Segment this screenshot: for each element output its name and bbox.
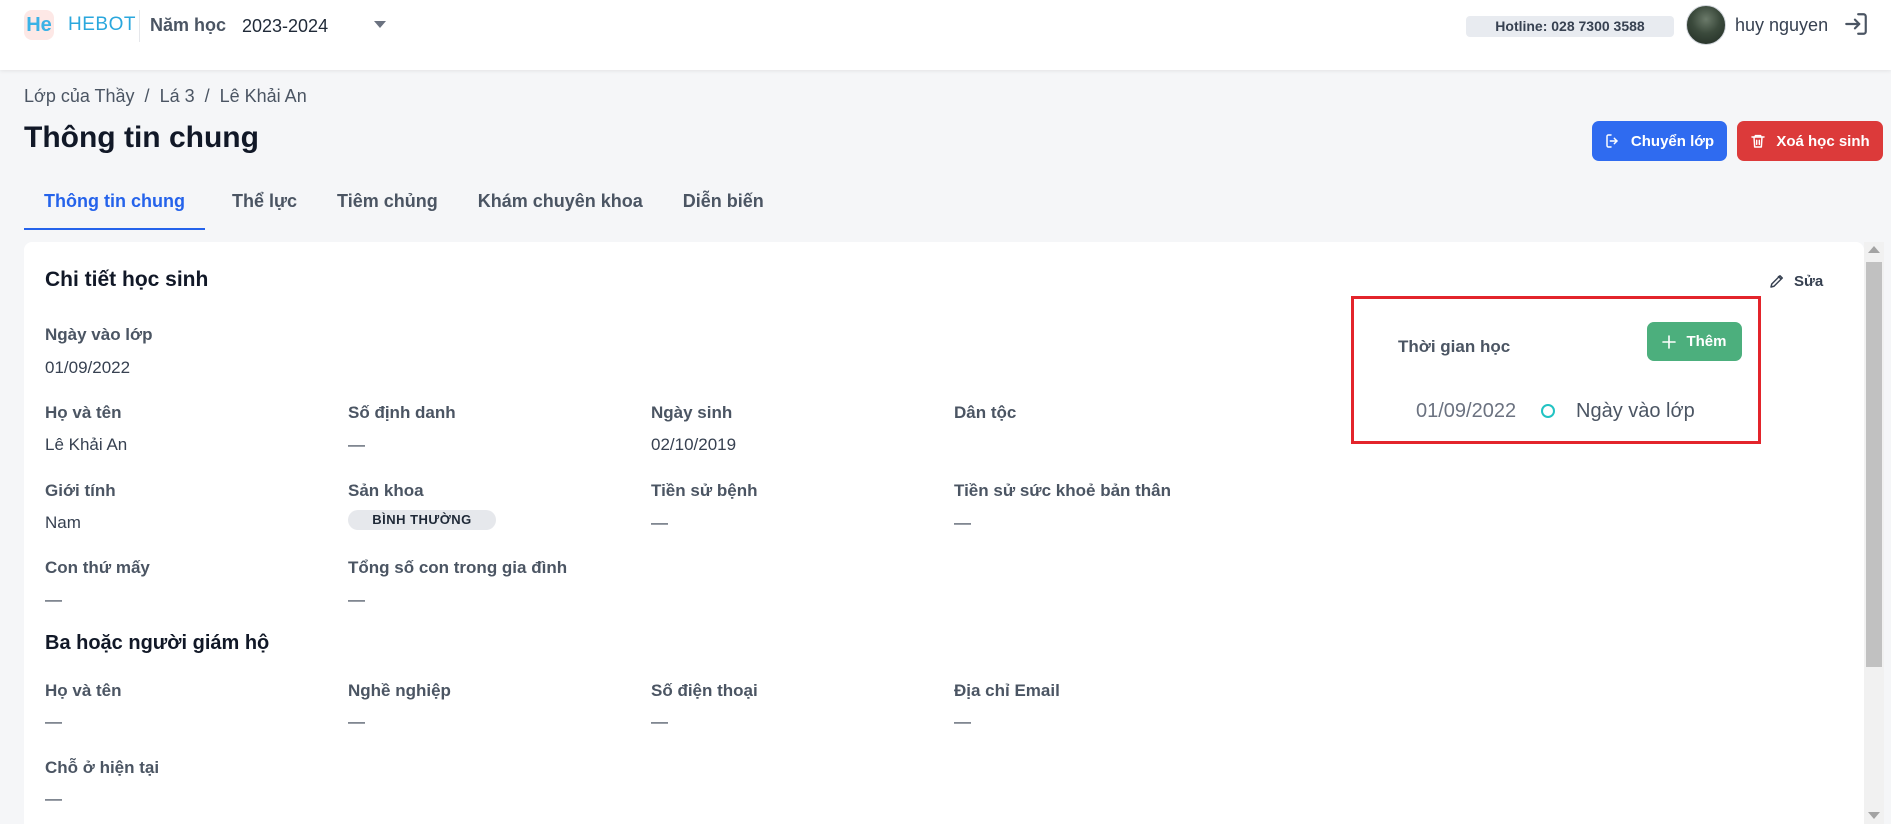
ethnicity-label: Dân tộc — [954, 403, 1017, 422]
breadcrumb-separator: / — [134, 86, 160, 106]
delete-student-label: Xoá học sinh — [1776, 132, 1870, 150]
child-order-label: Con thứ mấy — [45, 558, 150, 577]
plus-icon — [1662, 334, 1677, 349]
add-study-time-button[interactable]: Thêm — [1647, 322, 1742, 361]
join-date-value: 01/09/2022 — [45, 358, 131, 377]
transfer-class-button[interactable]: Chuyển lớp — [1592, 121, 1727, 161]
health-history-label: Tiền sử sức khoẻ bản thân — [954, 481, 1172, 500]
timeline-dot — [1541, 404, 1555, 418]
add-study-time-label: Thêm — [1686, 333, 1727, 350]
transfer-icon — [1606, 134, 1618, 148]
hotline-badge: Hotline: 028 7300 3588 — [1466, 16, 1674, 37]
child-order-value: — — [45, 590, 62, 609]
guardian-job-value: — — [348, 712, 365, 731]
logo-mark: He — [24, 10, 54, 40]
guardian-address-label: Chỗ ở hiện tại — [45, 758, 160, 777]
top-bar: He HEBOT Năm học 2023-2024 Hotline: 028 … — [0, 0, 1891, 70]
total-children-label: Tổng số con trong gia đình — [348, 558, 568, 577]
breadcrumb-student: Lê Khải An — [219, 86, 307, 106]
student-detail-title: Chi tiết học sinh — [45, 268, 209, 291]
breadcrumb: Lớp của Thầy / Lá 3 / Lê Khải An — [24, 86, 307, 107]
timeline-event: Ngày vào lớp — [1576, 400, 1695, 422]
avatar[interactable] — [1686, 5, 1726, 45]
pencil-icon — [1770, 275, 1783, 288]
gender-value: Nam — [45, 513, 81, 532]
total-children-value: — — [348, 590, 365, 609]
identifier-label: Số định danh — [348, 403, 456, 422]
tab-general-info[interactable]: Thông tin chung — [24, 186, 205, 230]
identifier-value: — — [348, 435, 365, 454]
guardian-address-value: — — [45, 789, 62, 808]
school-year-label: Năm học — [150, 15, 227, 35]
study-time-title: Thời gian học — [1398, 337, 1511, 356]
logo[interactable]: He HEBOT — [24, 10, 136, 40]
username[interactable]: huy nguyen — [1735, 15, 1828, 36]
dob-label: Ngày sinh — [651, 403, 733, 422]
tab-physical[interactable]: Thể lực — [205, 186, 317, 230]
scroll-down-arrow-icon[interactable] — [1868, 812, 1880, 819]
guardian-phone-label: Số điện thoại — [651, 681, 758, 700]
scroll-up-arrow-icon[interactable] — [1868, 246, 1880, 253]
page-title: Thông tin chung — [24, 121, 259, 154]
timeline-date: 01/09/2022 — [1416, 400, 1517, 422]
scrollbar-thumb[interactable] — [1866, 262, 1882, 667]
full-name-label: Họ và tên — [45, 403, 122, 422]
tab-vaccination[interactable]: Tiêm chủng — [317, 186, 458, 230]
chevron-down-icon — [374, 21, 386, 28]
disease-history-label: Tiền sử bệnh — [651, 481, 758, 500]
study-time-highlight — [1351, 296, 1761, 444]
guardian-email-label: Địa chỉ Email — [954, 681, 1060, 700]
breadcrumb-separator: / — [194, 86, 220, 106]
disease-history-value: — — [651, 513, 668, 532]
full-name-value: Lê Khải An — [45, 435, 128, 454]
guardian-phone-value: — — [651, 712, 668, 731]
health-history-value: — — [954, 513, 971, 532]
breadcrumb-class-list[interactable]: Lớp của Thầy — [24, 86, 135, 107]
guardian-email-value: — — [954, 712, 971, 731]
school-year-value: 2023-2024 — [242, 15, 329, 36]
guardian-name-label: Họ và tên — [45, 681, 122, 700]
delete-student-button[interactable]: Xoá học sinh — [1737, 121, 1883, 161]
transfer-class-label: Chuyển lớp — [1630, 132, 1715, 150]
tab-bar: Thông tin chung Thể lực Tiêm chủng Khám … — [24, 186, 784, 230]
obstetric-badge: BÌNH THƯỜNG — [348, 510, 496, 530]
edit-button[interactable]: Sửa — [1768, 272, 1823, 290]
breadcrumb-class[interactable]: Lá 3 — [160, 86, 195, 107]
obstetric-label: Sản khoa — [348, 481, 424, 500]
divider — [139, 10, 140, 42]
dob-value: 02/10/2019 — [651, 435, 737, 454]
school-year-select[interactable]: 2023-2024 — [242, 13, 392, 39]
edit-label: Sửa — [1794, 272, 1824, 290]
guardian-section-title: Ba hoặc người giám hộ — [45, 632, 270, 654]
tab-specialist-exam[interactable]: Khám chuyên khoa — [458, 186, 663, 230]
trash-icon — [1751, 134, 1766, 148]
logout-icon[interactable] — [1843, 11, 1869, 37]
tab-progress[interactable]: Diễn biến — [663, 186, 784, 230]
gender-label: Giới tính — [45, 481, 116, 500]
join-date-label: Ngày vào lớp — [45, 325, 153, 344]
guardian-job-label: Nghề nghiệp — [348, 681, 451, 700]
guardian-name-value: — — [45, 712, 62, 731]
brand-name: HEBOT — [68, 14, 136, 35]
